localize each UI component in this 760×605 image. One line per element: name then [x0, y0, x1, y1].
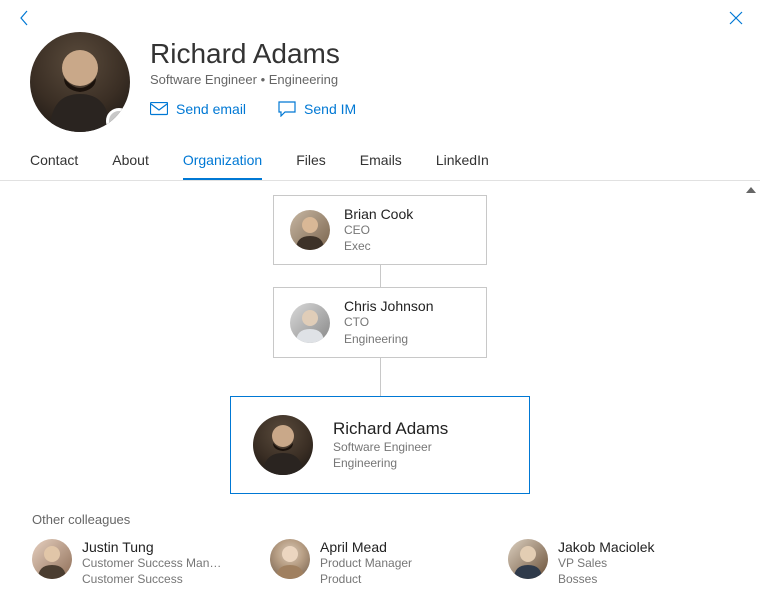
- back-button[interactable]: [14, 8, 34, 28]
- tab-linkedin[interactable]: LinkedIn: [436, 152, 489, 180]
- colleague-name: Justin Tung: [82, 539, 221, 555]
- org-chart: Brian Cook CEO Exec Chris Johnson CTO En…: [0, 181, 760, 494]
- colleague-dept: Bosses: [558, 571, 655, 587]
- colleagues-list: Justin Tung Customer Success Man… Custom…: [0, 535, 760, 589]
- chevron-left-icon: [18, 9, 30, 27]
- colleague-name: Jakob Maciolek: [558, 539, 655, 555]
- presence-indicator: [106, 108, 130, 132]
- profile-subtitle: Software Engineer • Engineering: [150, 72, 356, 87]
- avatar: [32, 539, 72, 579]
- organization-panel: Brian Cook CEO Exec Chris Johnson CTO En…: [0, 181, 760, 589]
- org-node-current[interactable]: Richard Adams Software Engineer Engineer…: [230, 396, 530, 494]
- send-email-label: Send email: [176, 101, 246, 117]
- send-im-label: Send IM: [304, 101, 356, 117]
- avatar: [508, 539, 548, 579]
- close-button[interactable]: [726, 8, 746, 28]
- send-email-button[interactable]: Send email: [150, 101, 246, 117]
- profile-avatar: [30, 32, 130, 132]
- org-node[interactable]: Chris Johnson CTO Engineering: [273, 287, 487, 357]
- tab-emails[interactable]: Emails: [360, 152, 402, 180]
- close-icon: [729, 11, 743, 25]
- colleague-name: April Mead: [320, 539, 412, 555]
- colleague-card[interactable]: Jakob Maciolek VP Sales Bosses: [508, 539, 732, 587]
- colleague-role: Customer Success Man…: [82, 555, 221, 571]
- colleague-role: Product Manager: [320, 555, 412, 571]
- org-node-name: Brian Cook: [344, 206, 413, 222]
- tab-bar: Contact About Organization Files Emails …: [0, 132, 760, 180]
- colleague-card[interactable]: Justin Tung Customer Success Man… Custom…: [32, 539, 256, 587]
- colleague-dept: Customer Success: [82, 571, 221, 587]
- profile-name: Richard Adams: [150, 38, 356, 70]
- org-node-dept: Exec: [344, 238, 413, 254]
- org-node-role: CEO: [344, 222, 413, 238]
- org-node-name: Richard Adams: [333, 419, 448, 439]
- chat-icon: [278, 101, 296, 117]
- colleague-card[interactable]: April Mead Product Manager Product: [270, 539, 494, 587]
- avatar: [270, 539, 310, 579]
- colleague-role: VP Sales: [558, 555, 655, 571]
- org-node-name: Chris Johnson: [344, 298, 434, 314]
- avatar: [290, 210, 330, 250]
- org-node-dept: Engineering: [344, 331, 434, 347]
- mail-icon: [150, 102, 168, 116]
- other-colleagues-label: Other colleagues: [0, 494, 760, 535]
- send-im-button[interactable]: Send IM: [278, 101, 356, 117]
- avatar: [290, 303, 330, 343]
- profile-header: Richard Adams Software Engineer • Engine…: [0, 28, 760, 132]
- org-node[interactable]: Brian Cook CEO Exec: [273, 195, 487, 265]
- org-node-role: Software Engineer: [333, 439, 448, 455]
- org-node-role: CTO: [344, 314, 434, 330]
- tab-files[interactable]: Files: [296, 152, 326, 180]
- org-node-dept: Engineering: [333, 455, 448, 471]
- tab-contact[interactable]: Contact: [30, 152, 78, 180]
- tab-about[interactable]: About: [112, 152, 149, 180]
- avatar: [253, 415, 313, 475]
- colleague-dept: Product: [320, 571, 412, 587]
- org-connector: [380, 265, 381, 287]
- tab-organization[interactable]: Organization: [183, 152, 262, 180]
- org-connector: [380, 358, 381, 396]
